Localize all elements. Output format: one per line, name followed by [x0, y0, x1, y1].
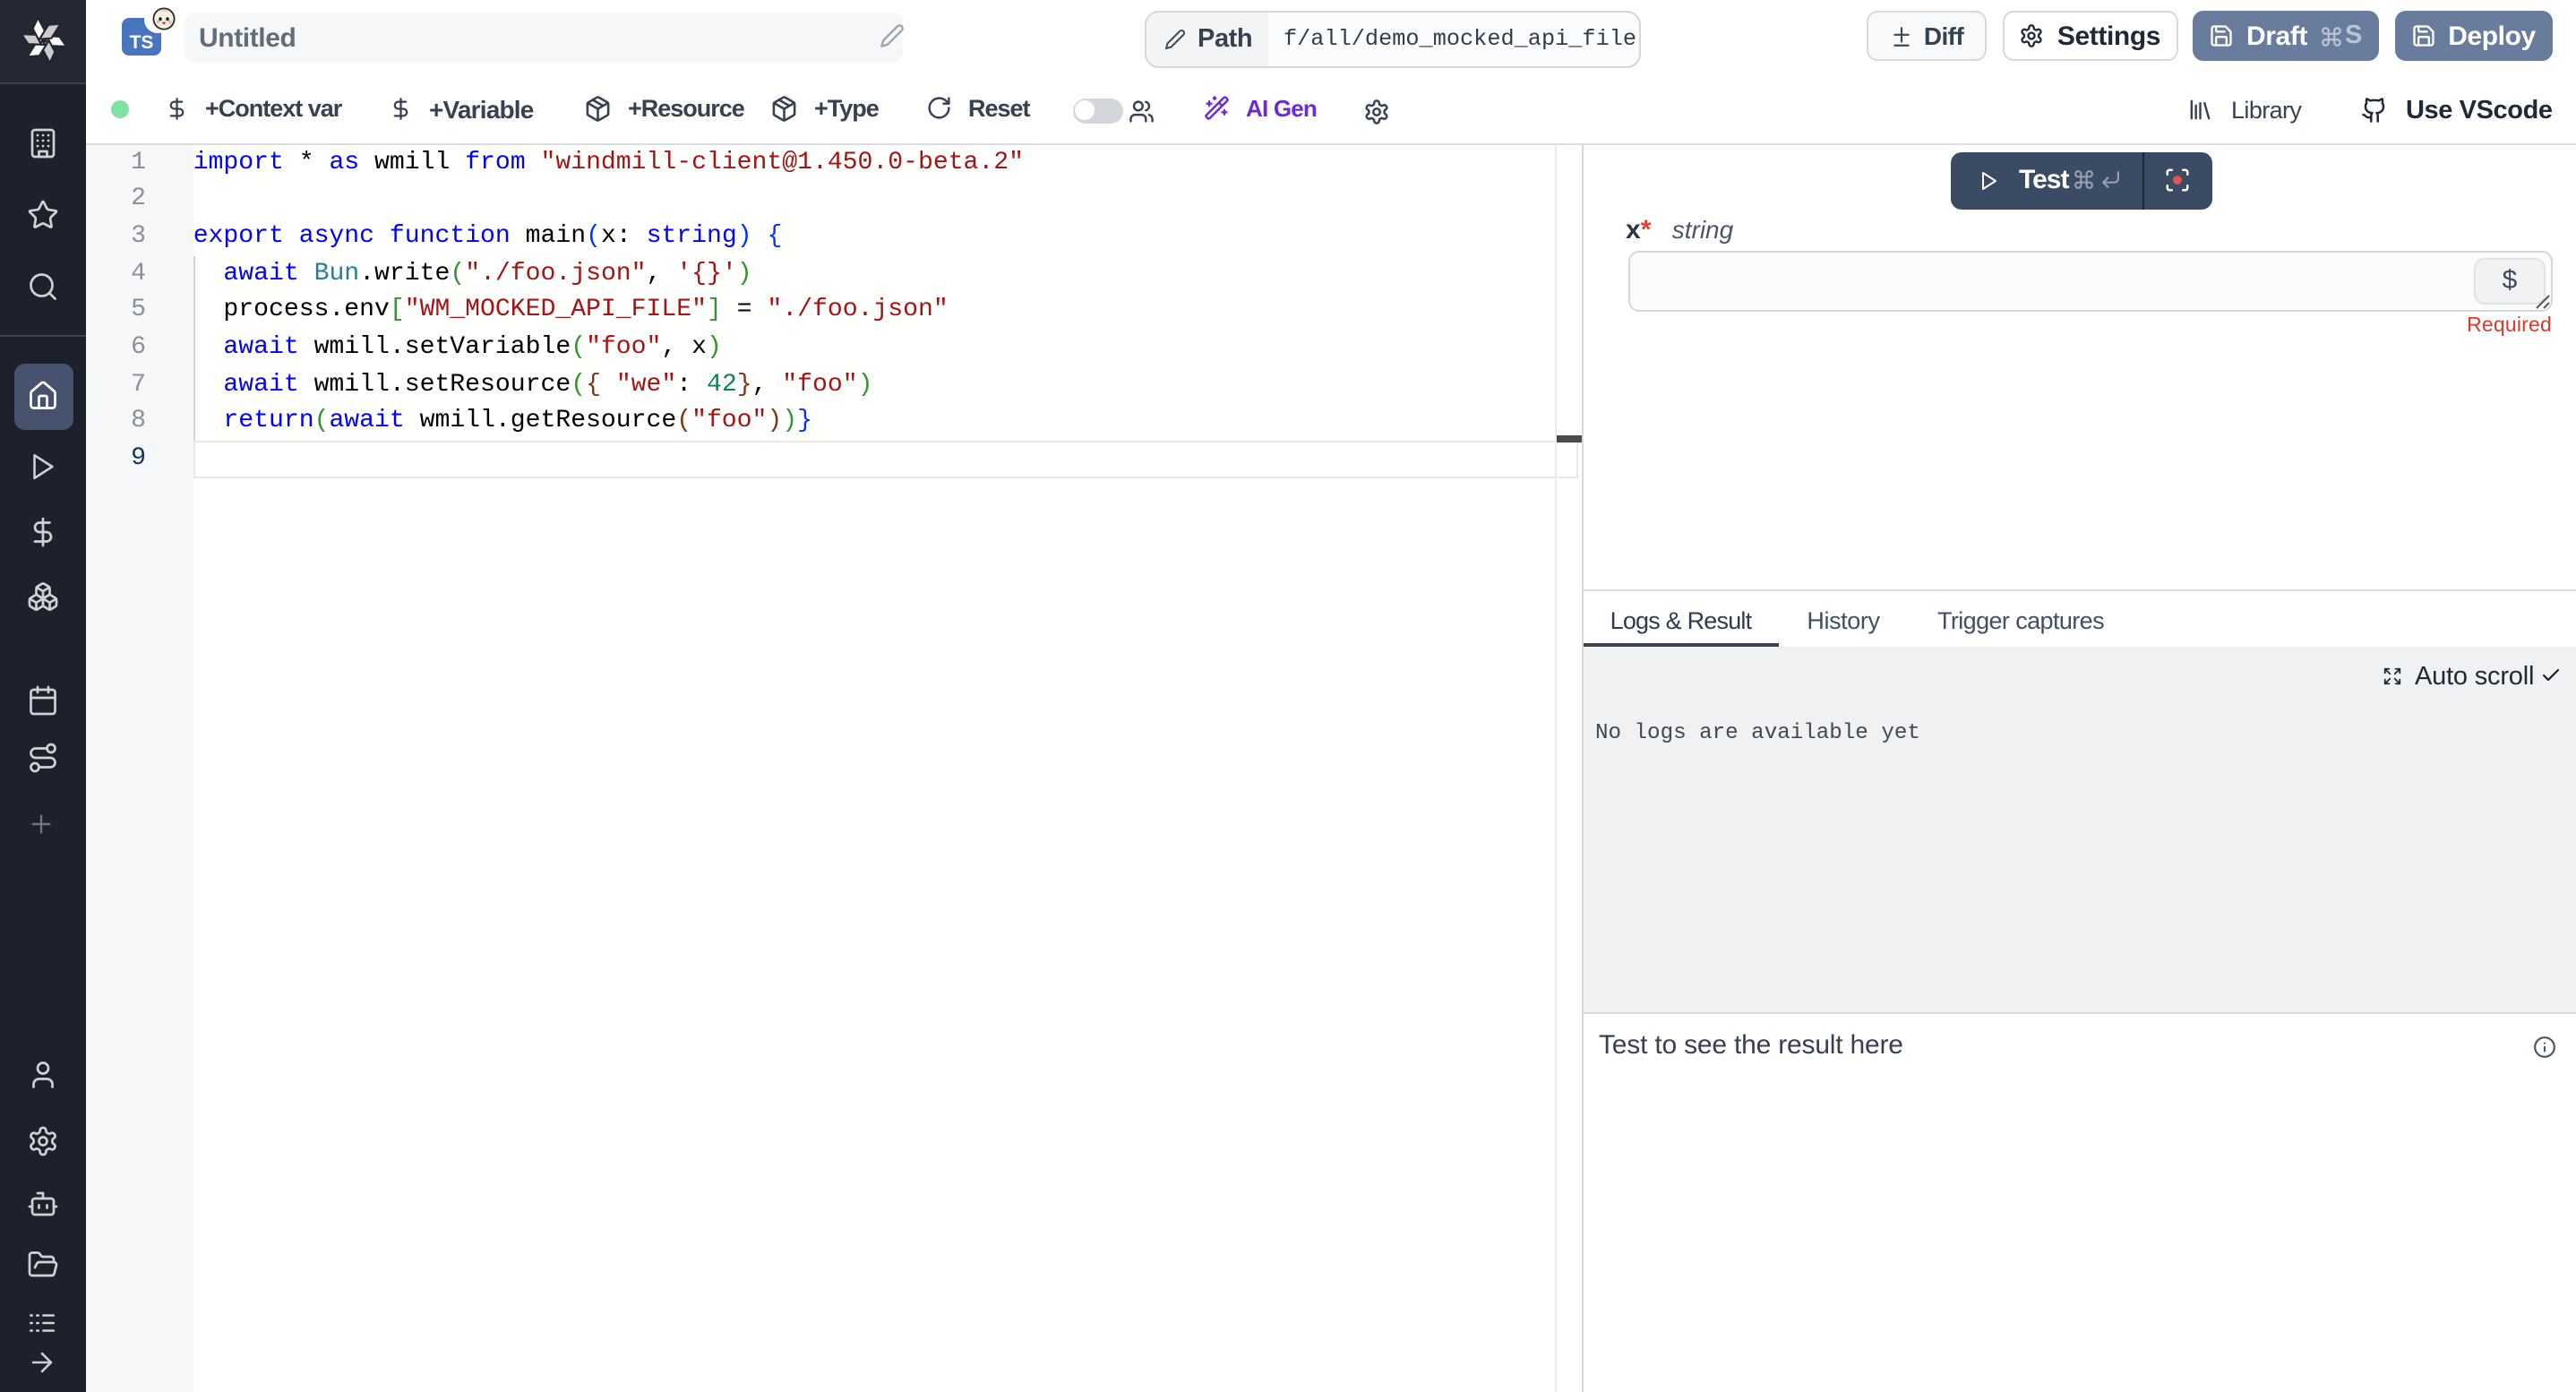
svg-text:TS: TS	[130, 32, 154, 53]
